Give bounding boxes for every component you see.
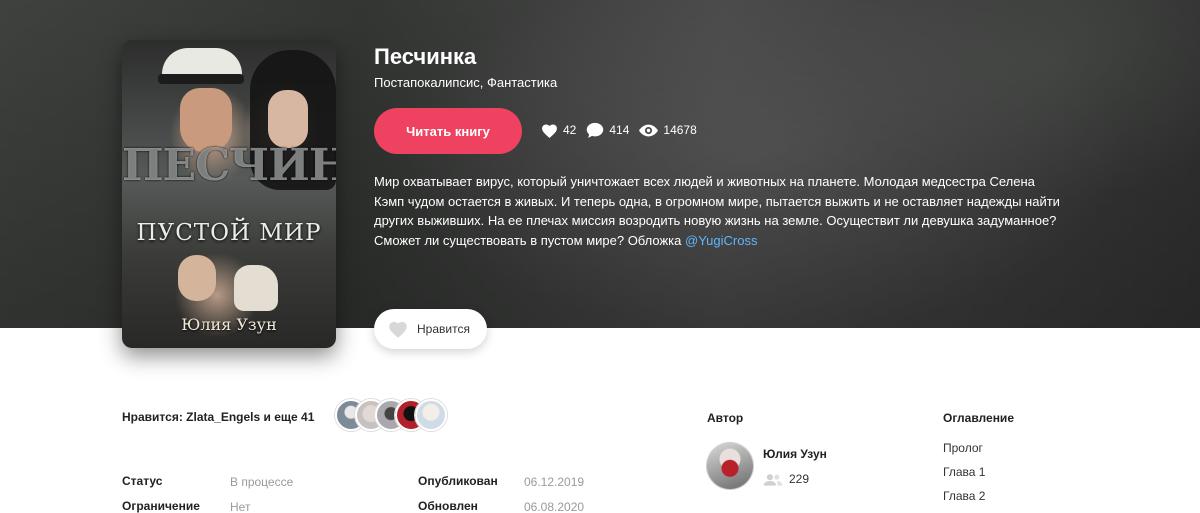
toc-item-prologue[interactable]: Пролог bbox=[943, 441, 983, 455]
updated-value: 06.08.2020 bbox=[524, 500, 585, 513]
book-description: Мир охватывает вирус, который уничтожает… bbox=[374, 172, 1064, 250]
toc-item-chapter-2[interactable]: Глава 2 bbox=[943, 489, 985, 503]
book-cover[interactable]: ПЕСЧИНКА ПУСТОЙ МИР Юлия Узун bbox=[122, 40, 336, 348]
book-stats: 42 414 14678 bbox=[541, 122, 707, 138]
status-value: В процессе bbox=[230, 475, 294, 489]
views-stat: 14678 bbox=[639, 123, 697, 137]
likes-count: 42 bbox=[563, 123, 577, 137]
cover-child bbox=[178, 255, 216, 301]
updated-label: Обновлен bbox=[418, 499, 478, 513]
cover-cap-brim bbox=[158, 74, 244, 84]
read-book-button[interactable]: Читать книгу bbox=[374, 108, 522, 154]
status-label: Статус bbox=[122, 474, 163, 488]
like-button[interactable]: Нравится bbox=[374, 309, 487, 349]
author-followers: 229 bbox=[763, 472, 809, 486]
followers-icon bbox=[763, 473, 783, 486]
cover-dog bbox=[234, 265, 278, 311]
published-label: Опубликован bbox=[418, 474, 498, 488]
limit-value: Нет bbox=[230, 500, 251, 513]
toc-heading: Оглавление bbox=[943, 411, 1014, 425]
cover-title-bottom: ПУСТОЙ МИР bbox=[136, 220, 322, 246]
liker-avatars[interactable] bbox=[335, 399, 447, 431]
views-count: 14678 bbox=[663, 123, 697, 137]
comment-icon bbox=[587, 122, 604, 138]
likes-stat: 42 bbox=[541, 123, 576, 138]
book-title: Песчинка bbox=[374, 44, 477, 69]
toc-item-chapter-1[interactable]: Глава 1 bbox=[943, 465, 985, 479]
cover-author-signature: Юлия Узун bbox=[181, 315, 277, 334]
author-avatar[interactable] bbox=[707, 443, 753, 489]
likes-summary[interactable]: Нравится: Zlata_Engels и еще 41 bbox=[122, 410, 314, 424]
comments-count: 414 bbox=[609, 123, 630, 137]
limit-label: Ограничение bbox=[122, 499, 200, 513]
author-heading: Автор bbox=[707, 411, 744, 425]
cover-title-top: ПЕСЧИНКА bbox=[122, 140, 336, 191]
followers-count: 229 bbox=[789, 472, 810, 486]
cover-artist-mention[interactable]: @YugiCross bbox=[685, 233, 757, 248]
book-genres[interactable]: Постапокалипсис, Фантастика bbox=[374, 75, 557, 90]
liker-avatar[interactable] bbox=[415, 399, 447, 431]
comments-stat: 414 bbox=[586, 122, 629, 138]
like-button-label: Нравится bbox=[417, 322, 470, 336]
published-value: 06.12.2019 bbox=[524, 475, 585, 489]
heart-outline-icon bbox=[389, 321, 407, 338]
author-name[interactable]: Юлия Узун bbox=[763, 447, 827, 461]
eye-icon bbox=[639, 124, 659, 136]
heart-icon bbox=[542, 123, 557, 138]
